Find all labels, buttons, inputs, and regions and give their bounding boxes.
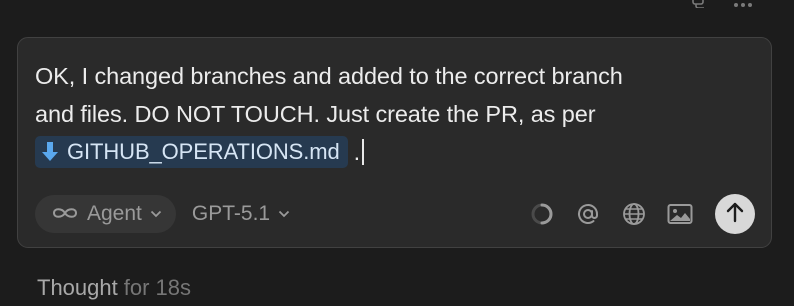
file-chip-label: GITHUB_OPERATIONS.md <box>67 138 340 164</box>
message-composer[interactable]: OK, I changed branches and added to the … <box>17 37 772 248</box>
thought-duration: for 18s <box>123 275 191 300</box>
more-icon[interactable] <box>732 0 754 8</box>
infinity-icon <box>51 202 79 226</box>
loading-spinner-icon <box>529 201 555 227</box>
globe-icon[interactable] <box>621 201 647 227</box>
text-caret <box>362 138 365 165</box>
chevron-down-icon <box>150 210 162 218</box>
composer-toolbar: Agent GPT-5.1 <box>35 194 755 234</box>
model-label: GPT-5.1 <box>191 202 271 225</box>
chevron-down-icon <box>278 210 290 218</box>
mention-at-icon[interactable] <box>575 201 601 227</box>
copy-icon[interactable] <box>688 0 710 8</box>
mode-selector[interactable]: Agent <box>35 195 176 233</box>
message-actions <box>688 0 754 8</box>
thought-label: Thought <box>37 275 118 300</box>
chat-panel: OK, I changed branches and added to the … <box>0 0 794 306</box>
arrow-up-icon <box>725 201 745 228</box>
composer-tools <box>529 194 755 234</box>
message-trailing-text: . <box>353 139 361 165</box>
send-button[interactable] <box>715 194 755 234</box>
message-line: OK, I changed branches and added to the … <box>35 63 623 89</box>
message-line: and files. DO NOT TOUCH. Just create the… <box>35 101 596 127</box>
image-icon[interactable] <box>667 201 693 227</box>
model-selector[interactable]: GPT-5.1 <box>192 202 290 226</box>
message-line: GITHUB_OPERATIONS.md . <box>35 133 750 171</box>
thought-indicator[interactable]: Thought for 18s <box>37 275 191 301</box>
download-arrow-icon <box>41 141 59 163</box>
mode-label: Agent <box>87 202 142 225</box>
message-input[interactable]: OK, I changed branches and added to the … <box>35 57 750 171</box>
file-reference-chip[interactable]: GITHUB_OPERATIONS.md <box>35 135 348 168</box>
